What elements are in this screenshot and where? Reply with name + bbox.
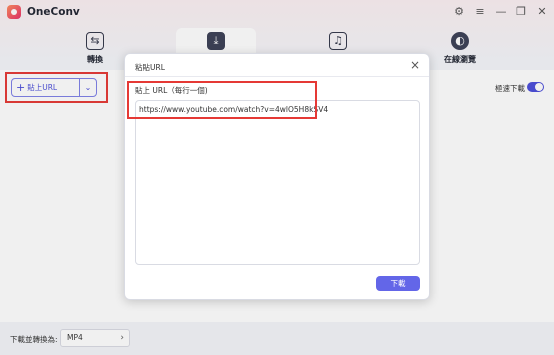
dialog-title: 粘貼URL [135, 63, 165, 72]
app-window: OneConv ⚙ ≡ — ❐ ✕ ⇆ 轉換 ⤓ ♫ ◐ 在線瀏覽 + 貼上UR… [0, 0, 554, 355]
paste-url-dialog: 粘貼URL × 貼上 URL（每行一個) https://www.youtube… [124, 53, 430, 300]
highlight-box-url-input [127, 81, 317, 119]
dialog-divider [125, 76, 429, 77]
close-icon[interactable]: × [410, 58, 420, 72]
download-button[interactable]: 下載 [376, 276, 420, 291]
url-textarea[interactable]: https://www.youtube.com/watch?v=4wlO5H8k… [135, 100, 420, 265]
